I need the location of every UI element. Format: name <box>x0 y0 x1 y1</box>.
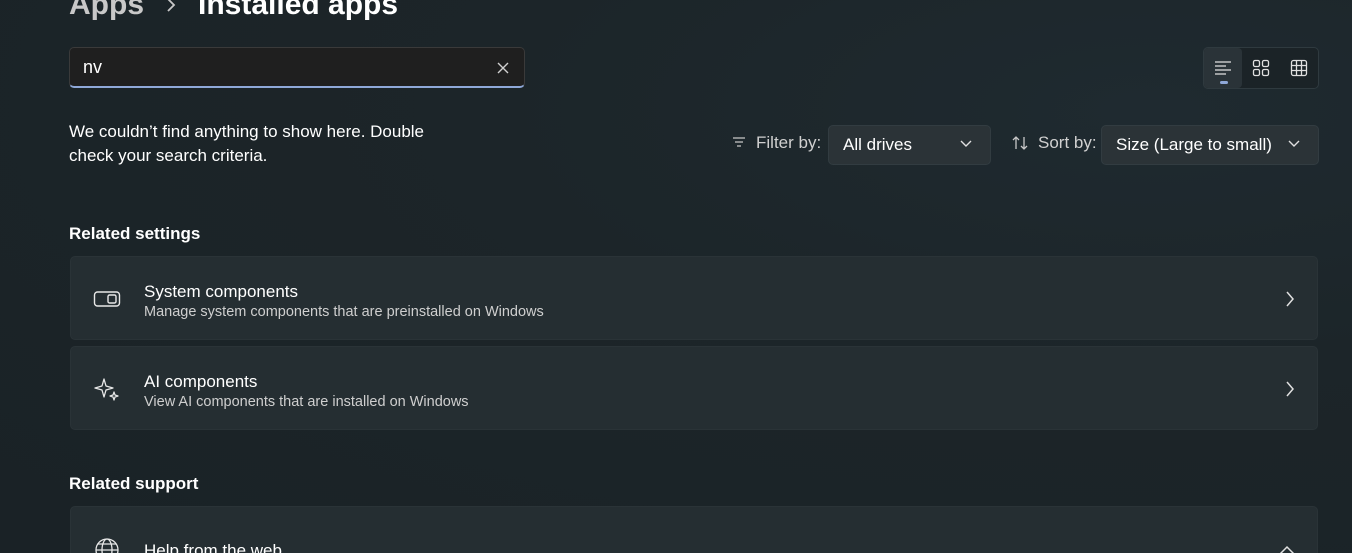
search-box[interactable] <box>69 47 525 88</box>
chevron-up-icon <box>1279 545 1295 553</box>
close-icon <box>497 62 509 74</box>
filter-dropdown[interactable]: All drives <box>828 125 991 165</box>
filter-value: All drives <box>843 135 912 154</box>
sort-by: Sort by: <box>1011 133 1097 153</box>
breadcrumb-apps-link[interactable]: Apps <box>69 0 144 22</box>
grid-view-button[interactable] <box>1280 48 1318 88</box>
chevron-down-icon <box>960 140 972 147</box>
card-title: System components <box>144 282 299 301</box>
filter-icon <box>733 137 745 147</box>
chevron-right-icon <box>1286 291 1294 307</box>
sort-value: Size (Large to small) <box>1116 135 1272 154</box>
filter-label: Filter by: <box>756 133 822 152</box>
ai-components-card[interactable]: AI components View AI components that ar… <box>70 346 1318 430</box>
chevron-right-icon <box>166 0 176 12</box>
list-view-icon <box>1215 61 1231 75</box>
related-settings-title: Related settings <box>69 224 201 243</box>
filter-by: Filter by: <box>731 133 821 153</box>
empty-results-message: We couldn’t find anything to show here. … <box>69 122 425 165</box>
sparkle-icon <box>93 376 121 402</box>
system-components-icon <box>93 286 121 312</box>
grid-view-icon <box>1290 59 1308 77</box>
card-title: Help from the web <box>144 541 282 553</box>
settings-page: Apps Installed apps nv We couldn’t find … <box>0 0 1352 553</box>
system-components-card[interactable]: System components Manage system componen… <box>70 256 1318 340</box>
chevron-down-icon <box>1288 140 1300 147</box>
breadcrumb: Apps Installed apps <box>69 0 398 25</box>
globe-icon <box>93 537 121 553</box>
sort-dropdown[interactable]: Size (Large to small) <box>1101 125 1319 165</box>
page-title: Installed apps <box>198 0 399 21</box>
sort-label: Sort by: <box>1038 133 1097 152</box>
help-from-web-card[interactable]: Help from the web <box>70 506 1318 553</box>
chevron-right-icon <box>1286 381 1294 397</box>
search-input[interactable] <box>83 56 483 78</box>
card-title: AI components <box>144 372 258 391</box>
tiles-view-icon <box>1252 59 1270 77</box>
sort-icon <box>1012 136 1028 150</box>
related-support-title: Related support <box>69 474 199 493</box>
card-description: View AI components that are installed on… <box>144 394 469 410</box>
tiles-view-button[interactable] <box>1242 48 1280 88</box>
clear-search-button[interactable] <box>495 60 511 76</box>
list-view-button[interactable] <box>1204 48 1242 88</box>
view-mode-toggle <box>1203 47 1319 89</box>
card-description: Manage system components that are preins… <box>144 304 544 320</box>
